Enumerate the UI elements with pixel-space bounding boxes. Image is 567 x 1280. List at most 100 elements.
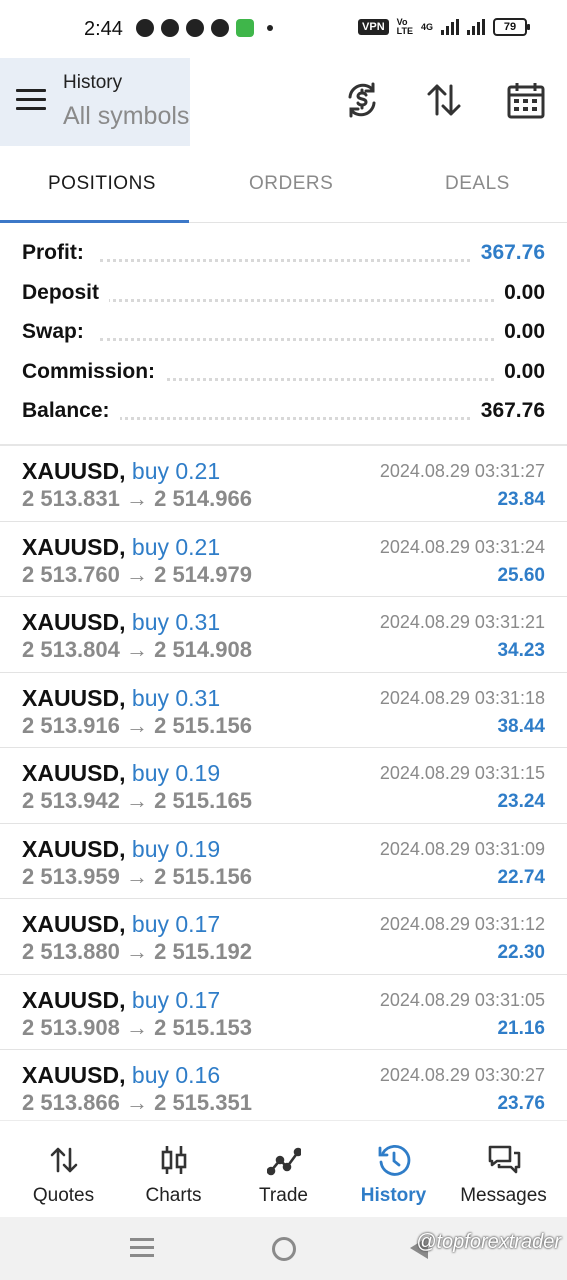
position-time: 2024.08.29 03:31:12 [379, 914, 545, 934]
summary-row-profit: Profit: 367.76 [0, 230, 567, 270]
position-symbol: XAUUSD, [22, 684, 126, 711]
nav-quotes[interactable]: Quotes [7, 1121, 120, 1218]
watermark: @topforextrader [416, 1231, 561, 1253]
nav-messages[interactable]: Messages [447, 1121, 560, 1218]
sort-icon[interactable] [424, 80, 464, 120]
vpn-icon: VPN [358, 19, 389, 35]
summary-panel: Profit: 367.76 Deposit 0.00 Swap: 0.00 C… [0, 230, 567, 428]
summary-label: Swap: [22, 320, 94, 344]
position-prices: 2 513.916 → 2 515.156 [22, 712, 252, 738]
more-notifications-icon [267, 25, 273, 31]
sync-currency-icon[interactable] [342, 80, 382, 120]
quotes-icon [50, 1147, 77, 1173]
green-app-icon [236, 19, 254, 37]
position-row[interactable]: XAUUSD, buy 0.21 2 513.760 → 2 514.979 2… [0, 522, 567, 597]
calendar-icon[interactable] [506, 80, 546, 120]
charts-icon [161, 1146, 186, 1174]
position-time: 2024.08.29 03:31:09 [379, 838, 545, 859]
nav-label: Quotes [32, 1185, 95, 1206]
whatsapp-icon [136, 19, 154, 37]
summary-row-swap: Swap: 0.00 [0, 309, 567, 349]
summary-value: 367.76 [470, 241, 545, 265]
position-symbol: XAUUSD, [22, 458, 126, 484]
position-time: 2024.08.29 03:31:18 [379, 687, 545, 708]
tab-positions[interactable]: POSITIONS [48, 173, 156, 195]
position-time: 2024.08.29 03:30:27 [379, 1065, 545, 1085]
summary-label: Balance: [22, 399, 120, 423]
nav-charts[interactable]: Charts [117, 1121, 230, 1218]
app-icon [211, 19, 229, 37]
battery-icon: 79 [493, 18, 530, 36]
summary-value: 367.76 [470, 399, 545, 423]
position-row[interactable]: XAUUSD, buy 0.17 2 513.908 → 2 515.153 2… [0, 975, 567, 1050]
nav-label: Messages [460, 1185, 547, 1206]
position-prices: 2 513.959 → 2 515.156 [22, 863, 252, 889]
home-icon[interactable] [272, 1237, 296, 1261]
summary-label: Commission: [22, 359, 166, 384]
positions-list: XAUUSD, buy 0.21 2 513.831 → 2 514.966 2… [0, 446, 567, 1125]
position-time: 2024.08.29 03:31:15 [379, 763, 545, 783]
volte-icon: Vo LTE [396, 17, 413, 36]
position-prices: 2 513.866 → 2 515.351 [22, 1090, 252, 1115]
tab-orders[interactable]: ORDERS [249, 173, 333, 195]
summary-value: 0.00 [494, 359, 545, 384]
position-side: buy 0.17 [131, 986, 221, 1013]
position-row[interactable]: XAUUSD, buy 0.31 2 513.916 → 2 515.156 2… [0, 673, 567, 748]
position-symbol: XAUUSD, [22, 760, 126, 786]
history-tabs: POSITIONS ORDERS DEALS [0, 146, 567, 223]
position-profit: 23.24 [497, 791, 545, 812]
nav-label: History [360, 1185, 427, 1206]
active-tab-indicator [0, 220, 189, 223]
summary-value: 0.00 [494, 320, 545, 344]
position-row[interactable]: XAUUSD, buy 0.17 2 513.880 → 2 515.192 2… [0, 899, 567, 975]
position-side: buy 0.21 [131, 458, 221, 484]
position-symbol: XAUUSD, [22, 1062, 126, 1088]
page-title: History [63, 72, 123, 93]
nav-label: Trade [259, 1185, 308, 1206]
position-row[interactable]: XAUUSD, buy 0.19 2 513.959 → 2 515.156 2… [0, 824, 567, 899]
recent-apps-icon[interactable] [130, 1238, 154, 1258]
position-time: 2024.08.29 03:31:21 [379, 612, 545, 632]
history-icon [378, 1144, 410, 1176]
position-symbol: XAUUSD, [22, 609, 126, 635]
position-side: buy 0.21 [131, 533, 221, 560]
summary-row-deposit: Deposit 0.00 [0, 270, 567, 310]
position-side: buy 0.19 [131, 760, 221, 786]
position-symbol: XAUUSD, [22, 911, 126, 937]
position-prices: 2 513.908 → 2 515.153 [22, 1014, 252, 1040]
notification-icons [136, 19, 273, 37]
position-side: buy 0.31 [131, 609, 221, 635]
position-side: buy 0.19 [131, 835, 221, 862]
trade-icon [266, 1147, 301, 1176]
position-prices: 2 513.804 → 2 514.908 [22, 637, 252, 662]
position-prices: 2 513.760 → 2 514.979 [22, 561, 252, 587]
symbol-filter[interactable]: All symbols [63, 102, 189, 131]
summary-label: Profit: [22, 241, 94, 265]
summary-label: Deposit [22, 280, 110, 305]
position-time: 2024.08.29 03:31:24 [379, 536, 545, 557]
position-prices: 2 513.880 → 2 515.192 [22, 939, 252, 964]
position-time: 2024.08.29 03:31:05 [379, 989, 545, 1010]
chat-icon [161, 19, 179, 37]
position-row[interactable]: XAUUSD, buy 0.19 2 513.942 → 2 515.165 2… [0, 748, 567, 824]
position-row[interactable]: XAUUSD, buy 0.31 2 513.804 → 2 514.908 2… [0, 597, 567, 673]
nav-label: Charts [145, 1185, 202, 1206]
symbol-selector[interactable]: History All symbols [0, 58, 190, 146]
position-symbol: XAUUSD, [22, 533, 126, 560]
nav-trade[interactable]: Trade [227, 1121, 340, 1218]
position-profit: 34.23 [497, 640, 545, 661]
position-prices: 2 513.831 → 2 514.966 [22, 486, 252, 511]
tab-deals[interactable]: DEALS [445, 173, 510, 195]
menu-icon[interactable] [16, 89, 46, 113]
position-row[interactable]: XAUUSD, buy 0.21 2 513.831 → 2 514.966 2… [0, 446, 567, 522]
position-profit: 21.16 [497, 1017, 545, 1039]
position-profit: 38.44 [497, 715, 545, 737]
bottom-nav: Quotes Charts Trade History Messages [0, 1120, 567, 1218]
position-side: buy 0.16 [131, 1062, 221, 1088]
nav-history[interactable]: History [337, 1121, 450, 1218]
position-profit: 22.74 [497, 866, 545, 888]
messages-icon [488, 1145, 520, 1174]
position-row[interactable]: XAUUSD, buy 0.16 2 513.866 → 2 515.351 2… [0, 1050, 567, 1125]
position-side: buy 0.17 [131, 911, 221, 937]
summary-row-commission: Commission: 0.00 [0, 349, 567, 389]
